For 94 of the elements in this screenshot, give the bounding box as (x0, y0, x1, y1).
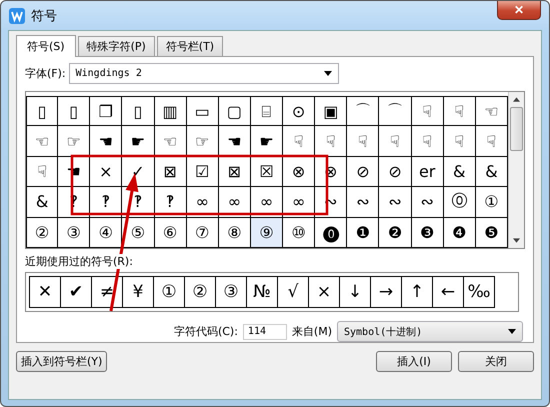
symbol-cell[interactable]: ⑨ (250, 218, 284, 248)
app-logo-icon (9, 8, 25, 24)
tab[interactable]: 符号栏(T) (156, 36, 224, 56)
symbol-cell[interactable]: ∞ (218, 187, 251, 218)
close-button[interactable]: ✕ (497, 1, 541, 20)
symbol-cell[interactable]: ☞ (58, 126, 90, 157)
recent-symbol-cell[interactable]: № (247, 276, 278, 308)
from-label: 来自(M) (292, 324, 332, 339)
symbol-cell[interactable]: er (412, 156, 444, 188)
symbol-cell[interactable]: ⊗ (283, 156, 316, 188)
symbol-cell[interactable]: ☟ (283, 126, 316, 157)
symbol-cell[interactable]: ② (26, 218, 58, 248)
symbol-cell[interactable]: ❶ (347, 218, 380, 248)
symbol-cell[interactable]: ☟ (444, 96, 476, 126)
symbol-cell[interactable]: ⊠ (154, 156, 187, 188)
symbol-cell[interactable]: ☚ (218, 126, 251, 157)
symbol-cell[interactable]: ❷ (379, 218, 412, 248)
symbol-cell[interactable]: & (26, 187, 58, 218)
dialog-button[interactable]: 插入到符号栏(Y) (16, 351, 108, 372)
recent-symbol-cell[interactable]: ‰ (464, 276, 495, 308)
symbol-cell[interactable]: ⊘ (347, 156, 380, 188)
symbol-cell[interactable]: ⑥ (154, 218, 187, 248)
recent-symbol-cell[interactable]: ↓ (340, 276, 371, 308)
scrollbar[interactable] (508, 92, 524, 248)
recent-symbol-cell[interactable]: ↑ (402, 276, 433, 308)
font-label: 字体(F): (25, 66, 66, 81)
symbol-cell[interactable]: ∞ (186, 187, 219, 218)
symbol-cell[interactable]: ☟ (315, 126, 348, 157)
window-title: 符号 (31, 8, 58, 24)
recent-symbol-cell[interactable]: ① (154, 276, 185, 308)
symbol-cell[interactable]: ⑩ (283, 218, 316, 248)
symbol-cell[interactable]: ▭ (186, 96, 219, 126)
symbol-cell[interactable]: ∾ (412, 187, 444, 218)
symbol-cell[interactable]: ③ (58, 218, 90, 248)
recent-symbol-cell[interactable]: ✔ (61, 276, 92, 308)
symbol-cell[interactable]: ▯ (58, 96, 90, 126)
symbol-cell[interactable]: ☜ (26, 126, 58, 157)
dialog-button[interactable]: 插入(I) (376, 351, 452, 372)
recent-symbol-cell[interactable]: ② (185, 276, 216, 308)
symbol-cell[interactable]: ▯ (26, 96, 58, 126)
scroll-down-icon[interactable] (513, 238, 520, 243)
symbol-cell[interactable]: ⌒ (379, 96, 412, 126)
symbol-cell[interactable]: ▯ (122, 96, 155, 126)
symbol-cell[interactable]: ⌸ (250, 96, 284, 126)
symbol-cell[interactable]: × (90, 156, 122, 188)
char-code-field[interactable]: 114 (242, 324, 287, 340)
symbol-cell[interactable]: ☛ (250, 126, 284, 157)
symbol-cell[interactable]: ⓿ (315, 218, 348, 248)
symbol-cell[interactable]: ▣ (315, 96, 348, 126)
symbol-cell[interactable]: ☚ (90, 126, 122, 157)
tab[interactable]: 符号(S) (16, 35, 76, 57)
symbol-cell[interactable]: ☞ (186, 126, 219, 157)
recent-symbol-cell[interactable]: ← (433, 276, 464, 308)
symbol-cell[interactable]: ‽ (90, 187, 122, 218)
symbol-cell[interactable]: ⓪ (444, 187, 476, 218)
symbol-cell[interactable]: ☑ (186, 156, 219, 188)
scroll-up-icon[interactable] (513, 97, 520, 102)
recent-symbol-cell[interactable]: × (309, 276, 340, 308)
symbol-cell[interactable]: ❐ (90, 96, 122, 126)
scroll-thumb[interactable] (510, 107, 523, 151)
symbol-cell[interactable]: ⌒ (347, 96, 380, 126)
symbol-cell[interactable]: ☒ (250, 156, 284, 188)
symbol-cell[interactable]: ☟ (347, 126, 380, 157)
recent-symbol-cell[interactable]: ¥ (123, 276, 154, 308)
symbol-cell[interactable]: ☟ (379, 126, 412, 157)
encoding-dropdown[interactable]: Symbol(十进制) (337, 321, 523, 342)
symbol-cell[interactable]: ❹ (444, 218, 476, 248)
symbol-cell[interactable]: ⊙ (283, 96, 316, 126)
symbol-cell[interactable]: ☟ (412, 126, 444, 157)
symbol-cell[interactable]: ☟ (412, 96, 444, 126)
symbol-cell[interactable]: ▢ (218, 96, 251, 126)
symbol-cell[interactable]: ☛ (122, 126, 155, 157)
symbol-cell[interactable]: ☟ (26, 156, 58, 188)
symbol-cell[interactable]: ∾ (347, 187, 380, 218)
symbol-cell[interactable]: ∞ (283, 187, 316, 218)
symbol-cell[interactable]: & (444, 156, 476, 188)
symbol-cell[interactable]: ⑦ (186, 218, 219, 248)
symbol-cell[interactable]: ⊠ (218, 156, 251, 188)
recent-symbol-cell[interactable]: → (371, 276, 402, 308)
char-code-label: 字符代码(C): (174, 324, 238, 339)
symbol-cell[interactable]: ☜ (154, 126, 187, 157)
font-dropdown[interactable]: Wingdings 2 (68, 63, 339, 84)
symbol-cell[interactable]: ☟ (444, 126, 476, 157)
recent-symbols-label: 近期使用过的符号(R): (25, 254, 133, 269)
symbol-cell[interactable]: ‽ (154, 187, 187, 218)
dialog-button[interactable]: 关闭 (458, 351, 534, 372)
symbol-cell[interactable]: ∾ (379, 187, 412, 218)
symbol-cell[interactable]: ⊘ (379, 156, 412, 188)
recent-symbol-cell[interactable]: √ (278, 276, 309, 308)
symbol-cell[interactable]: ❸ (412, 218, 444, 248)
tab[interactable]: 特殊字符(P) (78, 36, 155, 56)
recent-symbol-cell[interactable]: ③ (216, 276, 247, 308)
recent-symbol-cell[interactable]: ✕ (29, 276, 61, 308)
symbol-cell[interactable]: ▥ (154, 96, 187, 126)
